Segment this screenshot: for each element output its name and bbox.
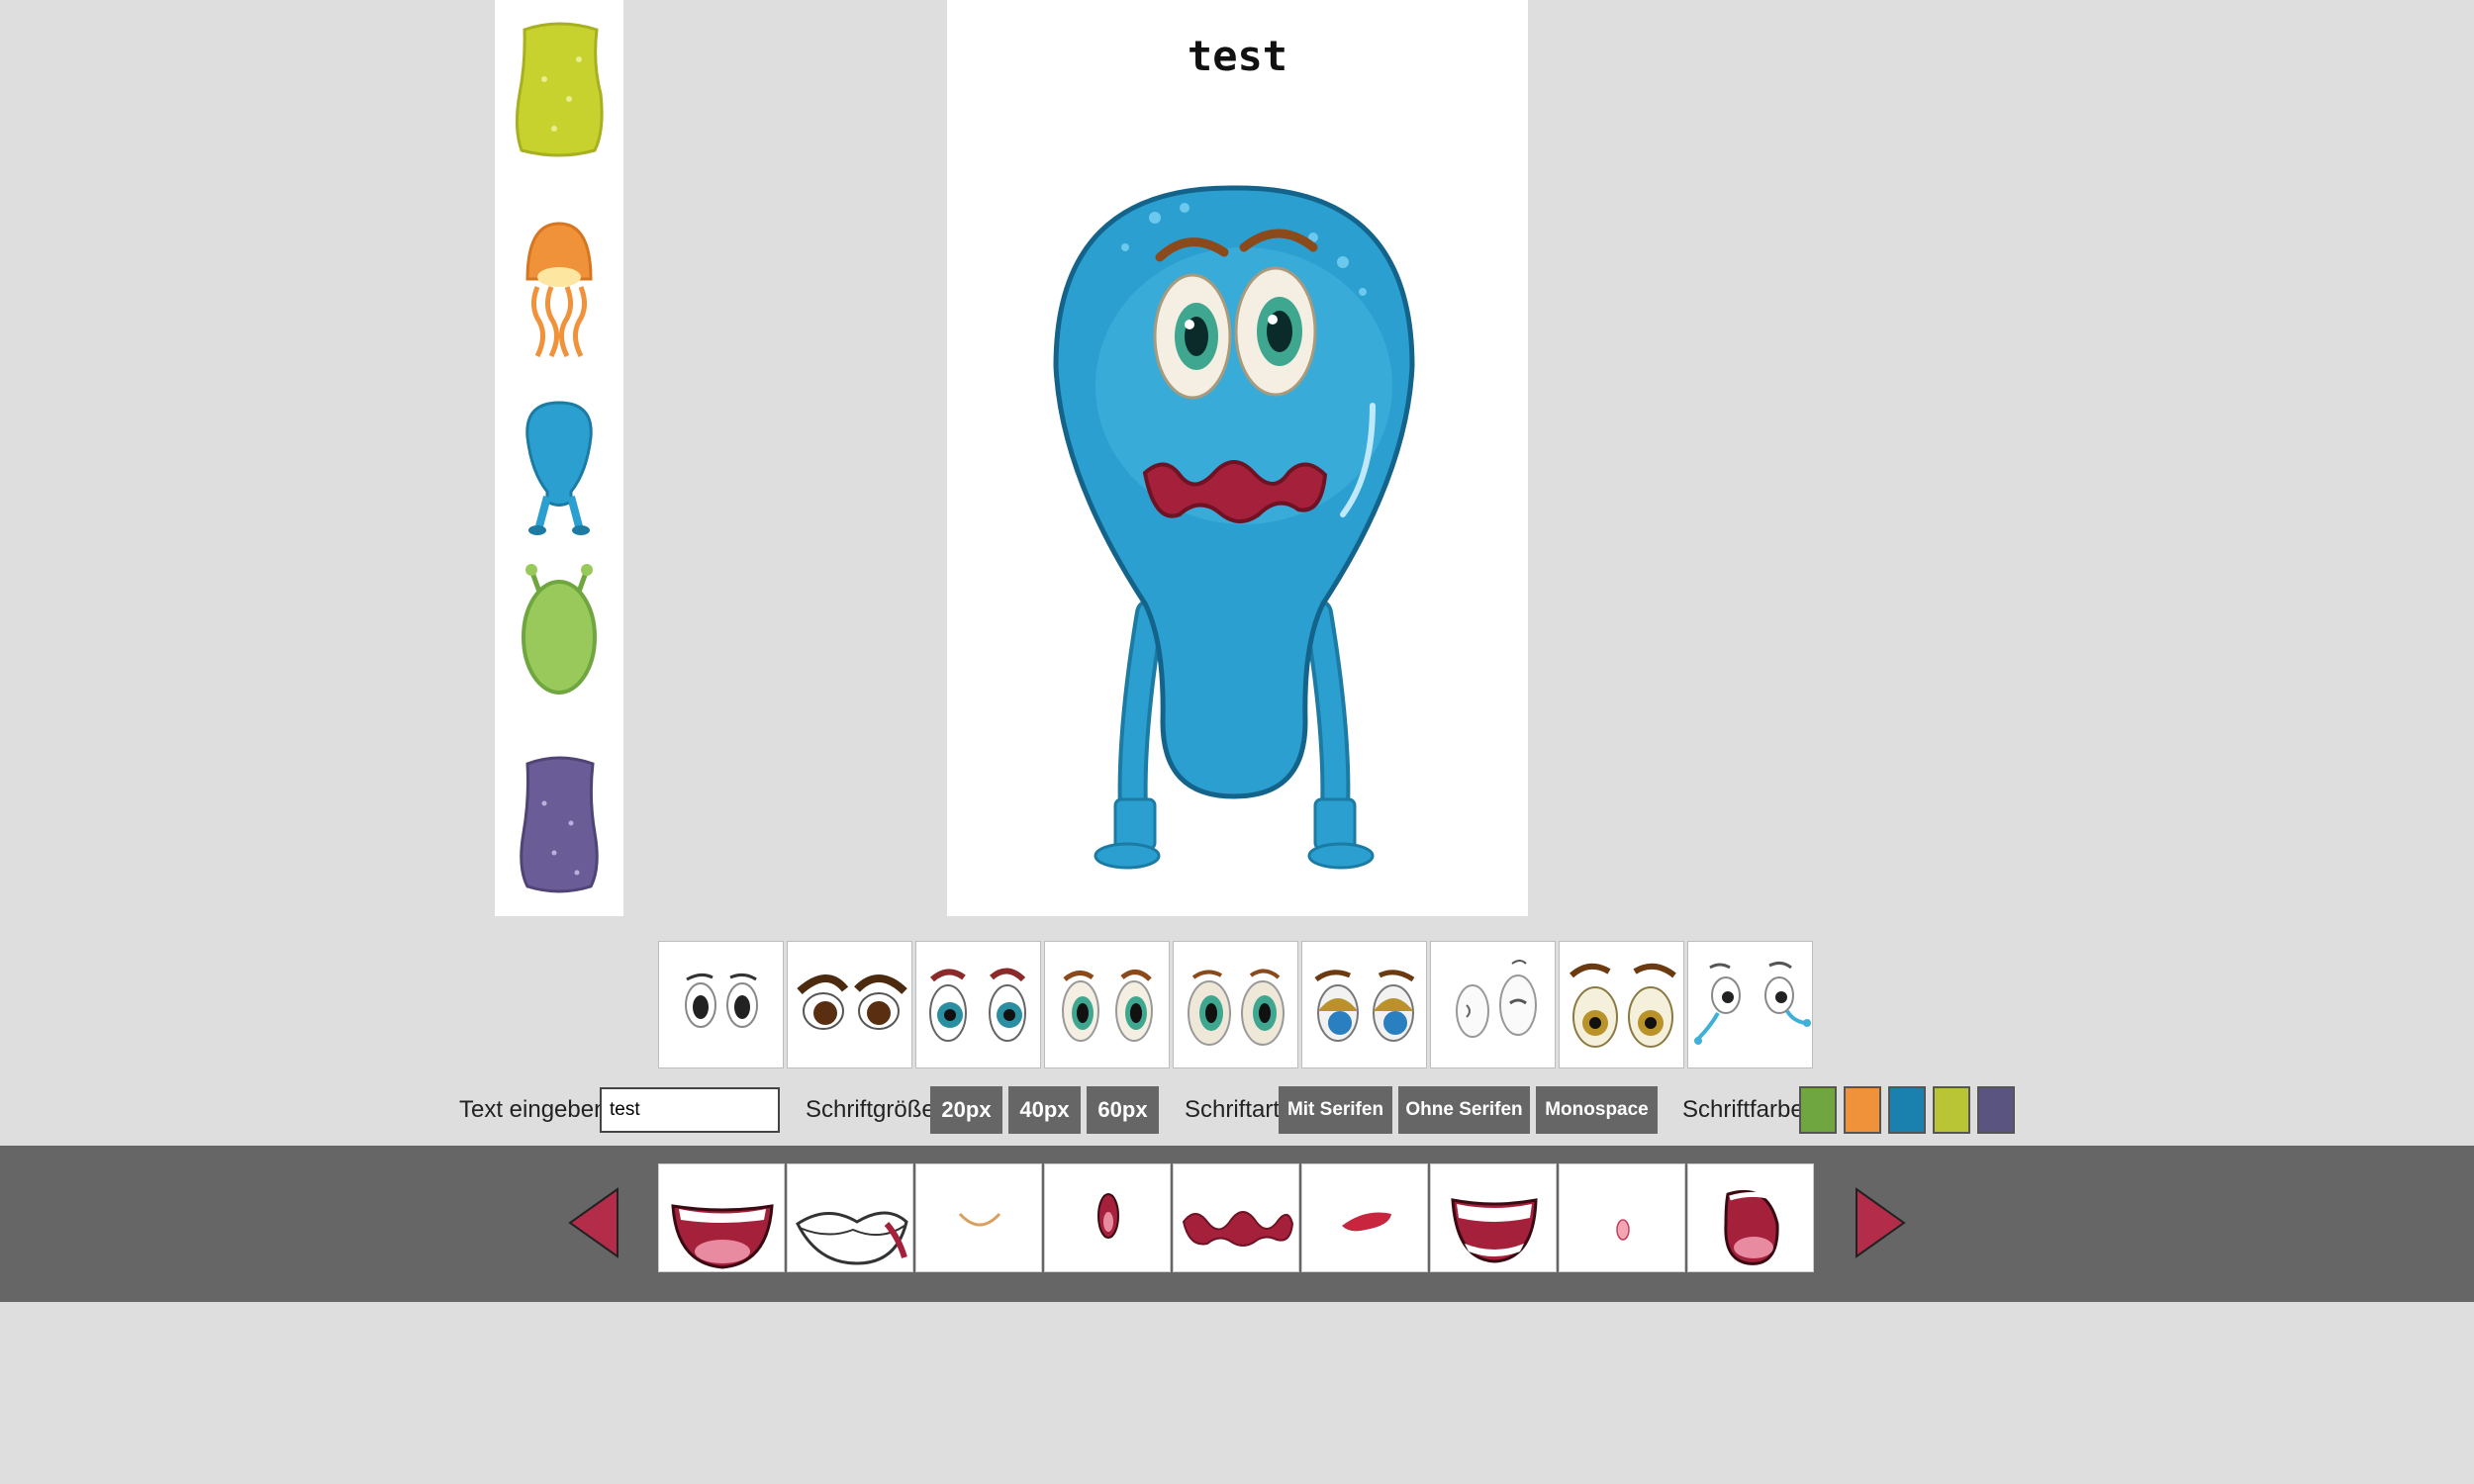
color-swatch-lime[interactable] — [1933, 1086, 1970, 1134]
text-controls: Text eingeben: Schriftgröße: 20px 40px 6… — [0, 1086, 2474, 1134]
mouth-option-round-open[interactable] — [1687, 1163, 1814, 1272]
eye-option-crying[interactable] — [1687, 941, 1813, 1068]
font-size-60-button[interactable]: 60px — [1087, 1086, 1159, 1134]
body-option-green-antenna[interactable] — [495, 562, 623, 705]
eye-option-green-round[interactable] — [1173, 941, 1298, 1068]
font-monospace-button[interactable]: Monospace — [1536, 1086, 1658, 1134]
text-input[interactable] — [600, 1087, 780, 1133]
monster-caption: test — [1187, 32, 1288, 80]
eye-option-golden-browed[interactable] — [1559, 941, 1684, 1068]
arrow-right-icon[interactable] — [1853, 1185, 1908, 1260]
eye-option-sleepy[interactable] — [1301, 941, 1427, 1068]
font-serif-button[interactable]: Mit Serifen — [1279, 1086, 1392, 1134]
font-size-20-button[interactable]: 20px — [930, 1086, 1002, 1134]
body-option-blue-longlegs[interactable] — [495, 398, 623, 541]
monster-figure — [1053, 185, 1415, 870]
color-swatch-blue[interactable] — [1888, 1086, 1926, 1134]
font-color-label: Schriftfarbe: — [1682, 1096, 1811, 1123]
color-swatch-green[interactable] — [1799, 1086, 1837, 1134]
eye-option-angry-brown[interactable] — [787, 941, 912, 1068]
body-option-orange-jellyfish[interactable] — [495, 220, 623, 363]
mouth-option-small-frown[interactable] — [1301, 1163, 1428, 1272]
font-size-40-button[interactable]: 40px — [1008, 1086, 1081, 1134]
monster-canvas: test — [947, 0, 1528, 916]
font-family-label: Schriftart: — [1185, 1096, 1286, 1123]
font-sans-serif-button[interactable]: Ohne Serifen — [1398, 1086, 1530, 1134]
font-size-label: Schriftgröße: — [806, 1096, 942, 1123]
eye-option-plain[interactable] — [658, 941, 784, 1068]
eye-option-winking[interactable] — [1430, 941, 1556, 1068]
eye-option-green[interactable] — [1044, 941, 1170, 1068]
body-selection-panel — [495, 0, 623, 916]
mouth-option-laugh[interactable] — [658, 1163, 785, 1272]
arrow-left-icon[interactable] — [566, 1185, 621, 1260]
mouth-option-oval-open[interactable] — [1044, 1163, 1171, 1272]
text-input-label: Text eingeben: — [459, 1096, 615, 1123]
mouth-option-wavy[interactable] — [1173, 1163, 1299, 1272]
color-swatch-purple[interactable] — [1977, 1086, 2015, 1134]
mouth-option-tiny-o[interactable] — [1559, 1163, 1685, 1272]
mouth-option-smile-small[interactable] — [915, 1163, 1042, 1272]
color-swatch-orange[interactable] — [1844, 1086, 1881, 1134]
mouth-option-grimace[interactable] — [787, 1163, 913, 1272]
mouth-options-bar — [0, 1146, 2474, 1302]
body-option-purple-blob[interactable] — [495, 754, 623, 902]
body-option-yellow-blob[interactable] — [495, 20, 623, 168]
mouth-option-grin[interactable] — [1430, 1163, 1557, 1272]
eye-option-teal-browed[interactable] — [915, 941, 1041, 1068]
